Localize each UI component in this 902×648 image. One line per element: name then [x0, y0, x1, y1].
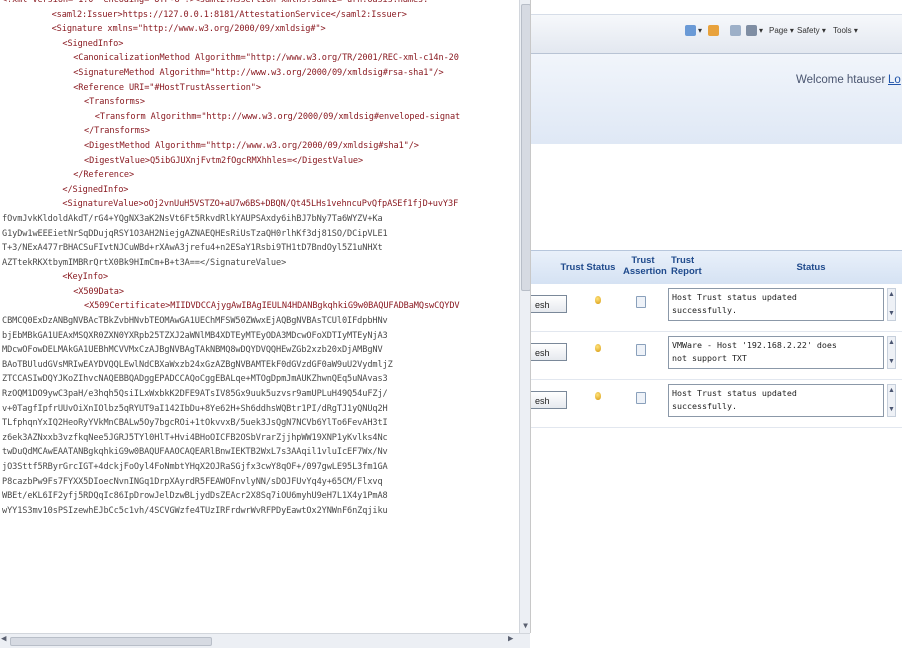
feeds-icon[interactable]	[708, 25, 719, 36]
xml-line: <saml2:Issuer>https://127.0.0.1:8181/Att…	[51, 9, 407, 20]
xml-line: v+0TagfIpfrUUvOiXnIOlbz5qRYUT9aI142IbDu+…	[2, 403, 388, 414]
browser-top-strip	[531, 0, 902, 15]
xml-line: RzOQM1DO9ywC3paH/e3hqh5QsiILxWxbkK2DFE9A…	[2, 389, 388, 400]
xml-line: </Transforms>	[84, 126, 150, 137]
refresh-button[interactable]: esh	[531, 295, 567, 313]
xml-line: <X509Data>	[73, 286, 124, 297]
col-trust-report: Trust Report	[671, 255, 702, 277]
table-row: esh Host Trust status updated successful…	[531, 380, 902, 428]
tools-menu[interactable]: Tools ▾	[833, 26, 858, 35]
trust-status-icon	[595, 392, 601, 400]
status-message: VMWare - Host '192.168.2.22' does not su…	[668, 336, 884, 369]
status-scrollbar[interactable]: ▲ ▼	[887, 288, 896, 321]
page-menu[interactable]: Page ▾	[769, 26, 794, 35]
xml-line: <Reference URI="#HostTrustAssertion">	[73, 82, 261, 93]
xml-vertical-scroll-thumb[interactable]	[521, 4, 530, 291]
host-grid-header: Trust Status Trust Assertion Trust Repor…	[531, 250, 902, 285]
scroll-right-arrow-icon[interactable]: ▶	[508, 634, 513, 644]
col-status: Status	[796, 262, 826, 273]
xml-line: <CanonicalizationMethod Algorithm="http:…	[73, 53, 459, 64]
welcome-text: Welcome htauser	[796, 74, 886, 86]
xml-line: ZTCCASIwDQYJKoZIhvcNAQEBBQADggEPADCCAQoC…	[2, 374, 388, 385]
xml-line: <?xml version="1.0" encoding="UTF-8"?><s…	[2, 0, 429, 5]
xml-horizontal-scrollbar[interactable]: ◀ ▶	[0, 633, 530, 648]
scroll-down-arrow-icon[interactable]: ▼	[888, 406, 895, 414]
xml-line: <Transform Algorithm="http://www.w3.org/…	[94, 111, 461, 122]
xml-horizontal-scroll-thumb[interactable]	[10, 637, 212, 646]
table-row: esh VMWare - Host '192.168.2.22' does no…	[531, 332, 902, 380]
table-row: esh Host Trust status updated successful…	[531, 284, 902, 332]
refresh-button[interactable]: esh	[531, 391, 567, 409]
xml-line: <Signature xmlns="http://www.w3.org/2000…	[51, 24, 326, 35]
xml-line: jO3Sttf5RByrGrcIGT+4dckjFoOyl4FoNmbtYHqX…	[2, 462, 388, 472]
home-icon[interactable]	[685, 25, 696, 36]
xml-line: <KeyInfo>	[62, 272, 109, 283]
logout-link[interactable]: Lo	[888, 74, 901, 86]
xml-line: BAoTBUludGVsMRIwEAYDVQQLEwlNdCBXaWxzb24x…	[2, 359, 393, 370]
xml-line: z6ek3AZNxxb3vzfkqNee5JGRJ5TYl0HlT+Hvi4BH…	[2, 432, 388, 443]
trust-assertion-icon[interactable]	[636, 344, 646, 356]
xml-line: P8cazbPw9Fs7FYXX5DIoecNvnINGq1DrpXAyrdR5…	[2, 476, 383, 487]
xml-line: </SignedInfo>	[62, 184, 129, 195]
xml-vertical-scrollbar[interactable]: ▼	[519, 0, 530, 633]
xml-line: <SignatureValue>oOj2vnUuH5VSTZO+aU7w6BS+…	[62, 199, 459, 210]
print-dropdown-icon[interactable]: ▾	[759, 26, 763, 35]
xml-line: <X509Certificate>MIIDVDCCAjygAwIBAgIEULN…	[84, 301, 460, 312]
xml-line: <DigestMethod Algorithm="http://www.w3.o…	[84, 140, 419, 151]
status-message: Host Trust status updated successfully.	[668, 384, 884, 417]
scroll-down-arrow-icon[interactable]: ▼	[888, 310, 895, 318]
xml-line: wYY1S3mv10sPSIzewhEJbCc5c1vh/4SCVGWzfe4T…	[2, 505, 388, 516]
xml-line: MDcwOFowDELMAkGA1UEBhMCVVMxCzAJBgNVBAgTA…	[2, 345, 383, 356]
safety-menu[interactable]: Safety ▾	[797, 26, 826, 35]
xml-line: WBEt/eKL6IF2yfj5RDQqIc86IpDrowJelDzwBLjy…	[2, 491, 388, 502]
xml-line: fOvmJvkKldoldAkdT/rG4+YQgNX3aK2NsVt6Ft5R…	[2, 213, 383, 224]
xml-line: <Transforms>	[84, 97, 145, 108]
xml-line: TLfphqnYxIQ2HeoRyYVkMnCBALw5Oy7bgcROi+1t…	[2, 418, 388, 429]
scroll-down-arrow-icon[interactable]: ▼	[521, 621, 530, 631]
home-dropdown-icon[interactable]: ▾	[698, 26, 702, 35]
refresh-button[interactable]: esh	[531, 343, 567, 361]
scroll-left-arrow-icon[interactable]: ◀	[1, 634, 6, 644]
read-mail-icon[interactable]	[730, 25, 741, 36]
xml-viewer-pane[interactable]: <?xml version="1.0" encoding="UTF-8"?><s…	[0, 0, 531, 633]
status-scrollbar[interactable]: ▲ ▼	[887, 336, 896, 369]
scroll-up-arrow-icon[interactable]: ▲	[888, 387, 895, 395]
trust-status-icon	[595, 296, 601, 304]
browser-window: ▾ ▾ Page ▾ Safety ▾ Tools ▾ Welcome htau…	[531, 0, 902, 647]
xml-line: <SignatureMethod Algorithm="http://www.w…	[73, 67, 444, 78]
scroll-down-arrow-icon[interactable]: ▼	[888, 358, 895, 366]
app-header: Welcome htauser Lo	[531, 54, 902, 144]
xml-line: AZTtekRKXtbymIMBRrQrtX0Bk9HImCm+B+t3A==<…	[2, 257, 287, 268]
trust-assertion-icon[interactable]	[636, 392, 646, 404]
print-icon[interactable]	[746, 25, 757, 36]
xml-line: T+3/NExA477rBHACSuFIvtNJCuWBd+rXAwA3jref…	[2, 243, 383, 254]
xml-line: <DigestValue>Q5ibGJUXnjFvtm2fOgcRMXhhles…	[84, 155, 364, 166]
col-trust-assertion: Trust Assertion	[623, 255, 667, 277]
xml-content: <?xml version="1.0" encoding="UTF-8"?><s…	[0, 0, 524, 518]
status-scrollbar[interactable]: ▲ ▼	[887, 384, 896, 417]
xml-line: <SignedInfo>	[62, 38, 124, 49]
scroll-up-arrow-icon[interactable]: ▲	[888, 339, 895, 347]
trust-status-icon	[595, 344, 601, 352]
col-trust-status: Trust Status	[560, 262, 616, 273]
browser-command-bar: ▾ ▾ Page ▾ Safety ▾ Tools ▾	[531, 15, 902, 54]
scroll-up-arrow-icon[interactable]: ▲	[888, 291, 895, 299]
status-message: Host Trust status updated successfully.	[668, 288, 884, 321]
xml-line: G1yDw1wEEEietNrSqDDujqRSY1O3AH2NiejgAZNA…	[2, 228, 388, 239]
xml-line: </Reference>	[73, 170, 135, 181]
xml-line: bjEbMBkGA1UEAxMSQXR0ZXN0YXRpb25TZXJ2aWNl…	[2, 330, 388, 341]
xml-line: twDuQdMCAwEAATANBgkqhkiG9w0BAQUFAAOCAQEA…	[2, 447, 388, 458]
xml-line: CBMCQ0ExDzANBgNVBAcTBkZvbHNvbTEOMAwGA1UE…	[2, 316, 388, 327]
trust-assertion-icon[interactable]	[636, 296, 646, 308]
